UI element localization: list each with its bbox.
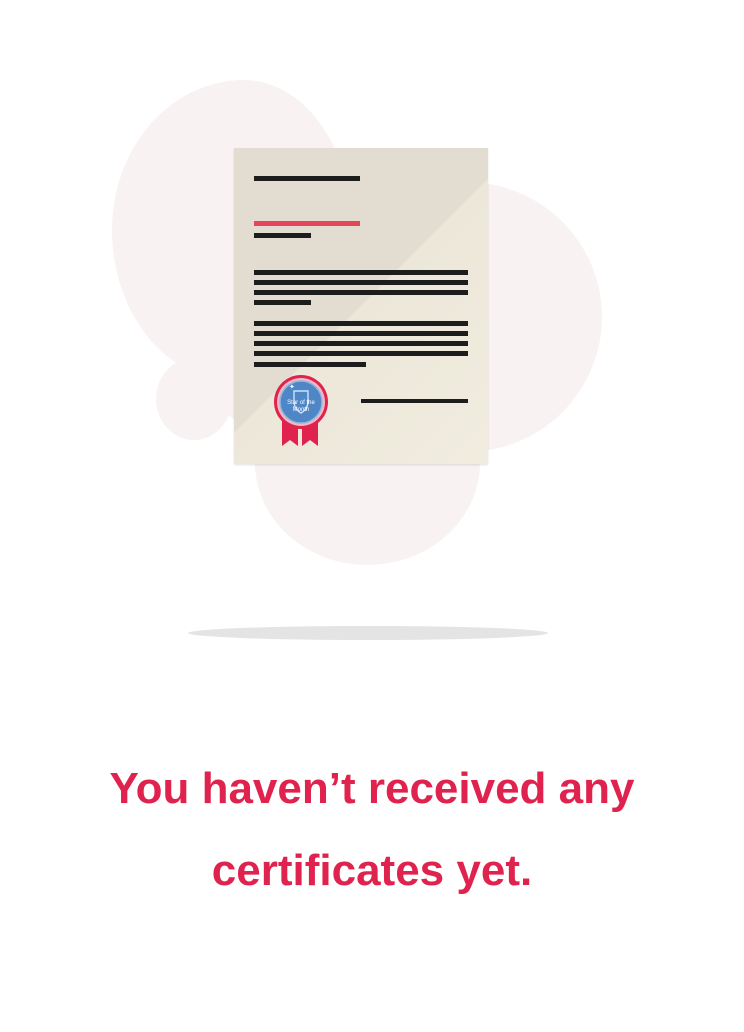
empty-state-message-line2: certificates yet. [211, 846, 533, 895]
text-line [254, 341, 468, 346]
text-line [254, 300, 311, 305]
text-line [254, 270, 468, 275]
title-line [254, 176, 360, 181]
text-line [254, 290, 468, 295]
svg-text:✦: ✦ [289, 383, 295, 391]
text-line [254, 362, 366, 367]
text-line [254, 331, 468, 336]
subtitle-line [254, 233, 311, 238]
floor-shadow [188, 626, 548, 640]
text-line [254, 351, 468, 356]
svg-text:Month: Month [293, 407, 310, 413]
svg-text:Star of the: Star of the [287, 400, 315, 406]
award-seal-icon: ✦ Star of the Month [274, 375, 328, 446]
name-line [254, 221, 360, 226]
empty-state-message: You haven’t received any certificates ye… [0, 748, 744, 912]
text-line [254, 321, 468, 326]
empty-state-illustration: ✦ Star of the Month [0, 0, 744, 700]
background-blob [156, 358, 232, 440]
empty-state-message-line1: You haven’t received any [109, 764, 635, 813]
text-line [254, 280, 468, 285]
signature-line [361, 399, 468, 403]
